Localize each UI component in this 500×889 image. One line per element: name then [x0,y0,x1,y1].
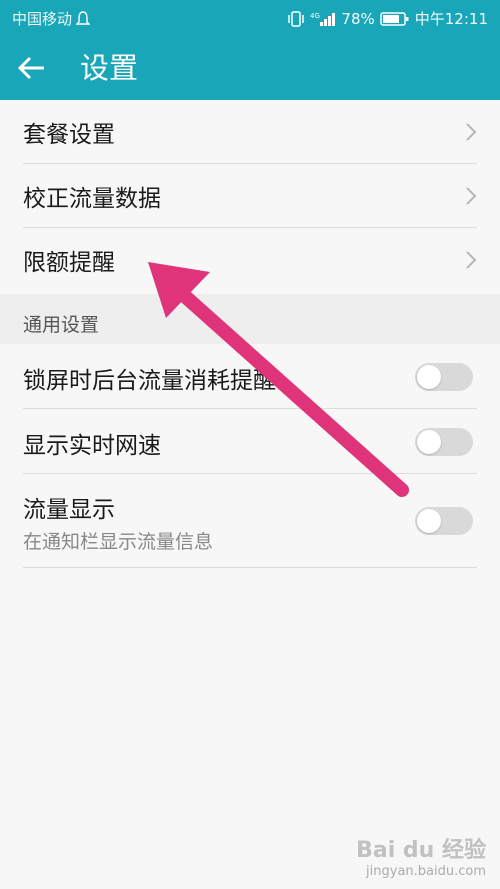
general-settings-header: 通用设置 [0,294,500,344]
vibrate-icon [288,10,305,27]
lockscreen-usage-toggle[interactable] [415,363,473,391]
list-item-label: 校正流量数据 [23,186,161,212]
calibrate-data-item[interactable]: 校正流量数据 [0,164,500,228]
realtime-speed-item: 显示实时网速 [0,409,500,474]
clock-label: 中午12:11 [414,10,488,28]
signal-icon: 4G [310,12,336,26]
status-bar: 中国移动 4G 78% 中午12:11 [0,0,500,34]
app-bar: 设置 [0,34,500,100]
watermark: Bai du 经验 jingyan.baidu.com [356,832,486,879]
divider [23,567,477,568]
traffic-display-toggle[interactable] [415,507,473,535]
svg-text:4G: 4G [310,12,320,20]
battery-icon [380,11,409,26]
list-item-label: 流量显示 [23,497,115,523]
lockscreen-usage-reminder-item: 锁屏时后台流量消耗提醒 [0,344,500,409]
page-title: 设置 [80,51,139,85]
section-title: 通用设置 [23,314,100,336]
realtime-speed-toggle[interactable] [415,428,473,456]
limit-reminder-item[interactable]: 限额提醒 [0,228,500,292]
battery-percent: 78% [341,9,375,28]
general-settings-list: 锁屏时后台流量消耗提醒 显示实时网速 流量显示 在通知栏显示流量信息 [0,344,500,568]
notification-bell-icon [76,10,91,25]
list-item-label: 限额提醒 [23,250,115,276]
toggle-knob [417,365,441,389]
list-item-label: 套餐设置 [23,122,115,148]
traffic-display-item: 流量显示 在通知栏显示流量信息 [0,474,500,568]
list-item-label: 锁屏时后台流量消耗提醒 [23,368,276,394]
chevron-right-icon [466,123,477,141]
chevron-right-icon [466,251,477,269]
toggle-knob [417,509,441,533]
carrier-label: 中国移动 [12,10,73,28]
watermark-brand: Bai du 经验 [356,838,486,863]
chevron-right-icon [466,187,477,205]
list-item-subtitle: 在通知栏显示流量信息 [23,531,214,553]
package-settings-item[interactable]: 套餐设置 [0,100,500,164]
arrow-left-icon [17,56,44,80]
settings-list: 套餐设置 校正流量数据 限额提醒 [0,100,500,292]
toggle-knob [417,430,441,454]
watermark-url: jingyan.baidu.com [366,864,486,879]
list-item-label: 显示实时网速 [23,433,161,459]
back-button[interactable] [16,48,60,88]
